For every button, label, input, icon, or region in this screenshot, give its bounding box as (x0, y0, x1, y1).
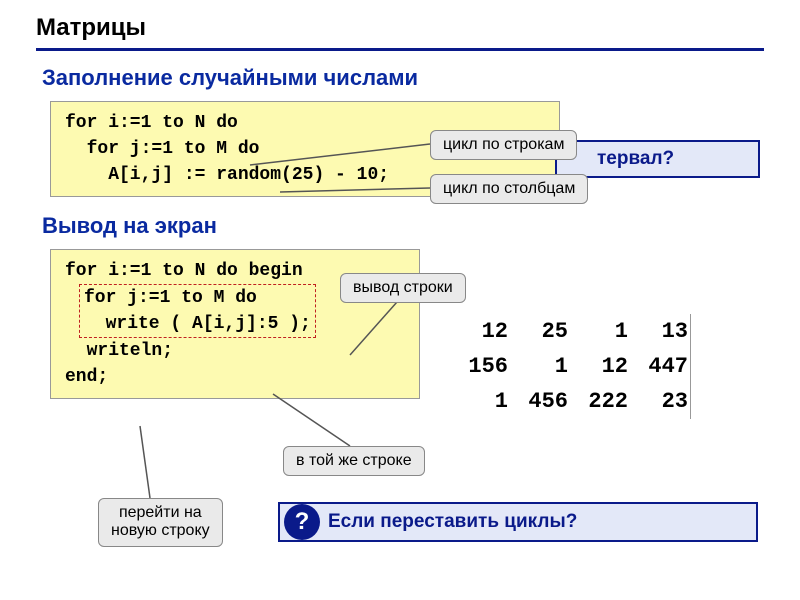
code-line: writeln; (65, 338, 405, 364)
question-interval: тервал? (555, 140, 760, 178)
code-line: end; (65, 364, 405, 390)
section2-heading: Вывод на экран (42, 213, 764, 239)
callout-rows: цикл по строкам (430, 130, 577, 160)
callout-sameline: в той же строке (283, 446, 425, 476)
question-label: Если переставить циклы? (328, 511, 577, 533)
question-mark-icon: ? (284, 504, 320, 540)
question-label: тервал? (597, 148, 674, 170)
table-row: 156112447 (450, 349, 690, 384)
table-row: 145622223 (450, 384, 690, 419)
matrix-output: 1225113 156112447 145622223 (450, 314, 691, 419)
callout-newline: перейти на новую строку (98, 498, 223, 547)
callout-outrow: вывод строки (340, 273, 466, 303)
inner-loop-box: for j:=1 to M do write ( A[i,j]:5 ); (79, 284, 316, 338)
code-block-print: for i:=1 to N do begin for j:=1 to M do … (50, 249, 420, 399)
code-line: write ( A[i,j]:5 ); (84, 311, 311, 337)
code-line: for j:=1 to M do (84, 285, 311, 311)
question-swap: ? Если переставить циклы? (278, 502, 758, 542)
callout-cols: цикл по столбцам (430, 174, 588, 204)
page-title: Матрицы (36, 14, 764, 42)
table-row: 1225113 (450, 314, 690, 349)
title-rule (36, 48, 764, 51)
section1-heading: Заполнение случайными числами (42, 65, 764, 91)
